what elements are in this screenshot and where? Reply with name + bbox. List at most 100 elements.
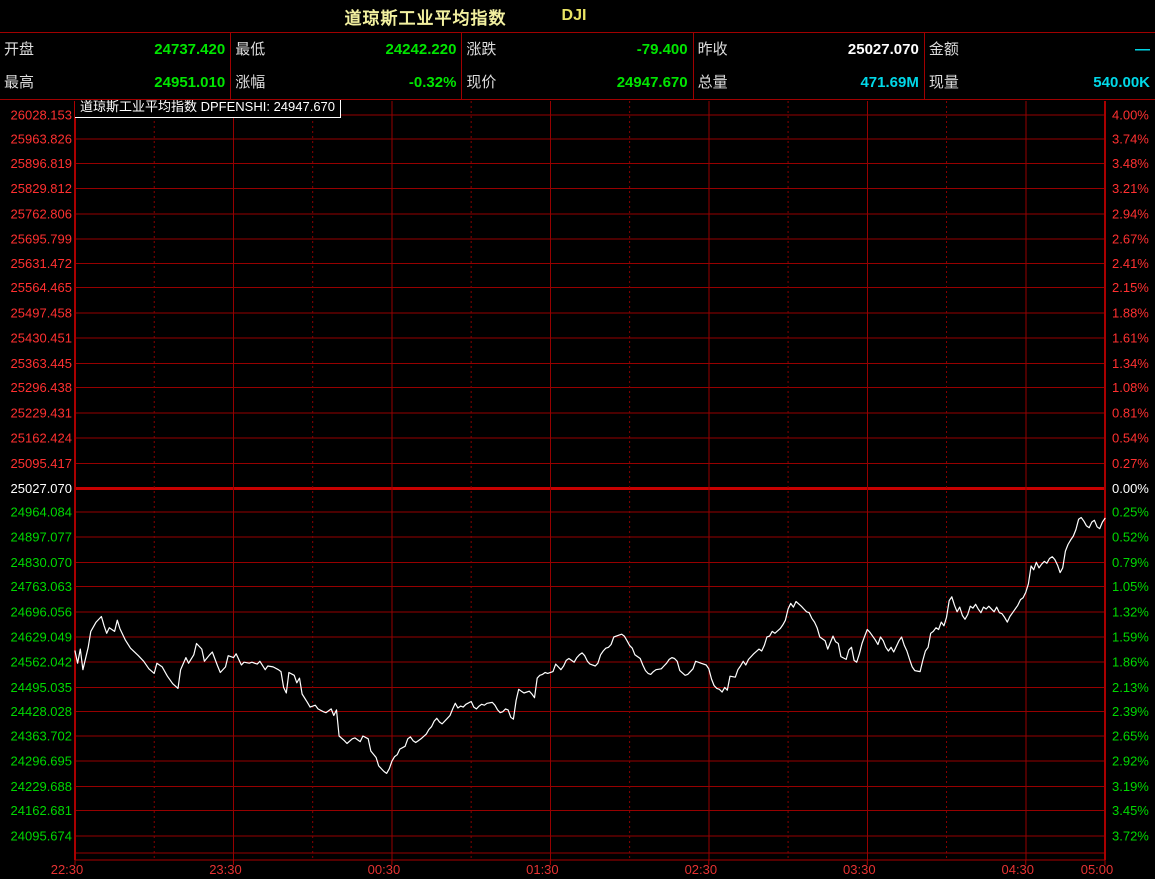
quote-column-1: 开盘 24737.420 最高 24951.010	[0, 33, 230, 99]
instrument-name: 道琼斯工业平均指数	[345, 4, 507, 29]
y-axis-price-label: 25564.465	[11, 280, 72, 295]
quote-column-4: 昨收 25027.070 总量 471.69M	[693, 33, 924, 99]
y-axis-pct-label: 1.61%	[1112, 331, 1149, 346]
quote-open-value: 24737.420	[154, 33, 225, 66]
y-axis-price-label: 24229.688	[11, 779, 72, 794]
x-axis-time-label: 00:30	[368, 862, 401, 877]
y-axis-price-label: 25829.812	[11, 181, 72, 196]
y-axis-pct-label: 1.88%	[1112, 305, 1149, 320]
quote-column-3: 涨跌 -79.400 现价 24947.670	[461, 33, 692, 99]
y-axis-pct-label: 2.94%	[1112, 206, 1149, 221]
y-axis-pct-label: 1.86%	[1112, 655, 1149, 670]
quote-column-5: 金额 — 现量 540.00K	[924, 33, 1155, 99]
quote-change-label: 涨跌	[466, 33, 496, 66]
quote-amount-value: —	[1135, 33, 1150, 66]
y-axis-price-label: 24296.695	[11, 754, 72, 769]
y-axis-pct-label: 2.39%	[1112, 704, 1149, 719]
y-axis-price-label: 25896.819	[11, 156, 72, 171]
x-axis-time-label: 03:30	[843, 862, 876, 877]
y-axis-pct-label: 0.52%	[1112, 530, 1149, 545]
y-axis-pct-label: 3.48%	[1112, 156, 1149, 171]
quote-prev-close: 昨收 25027.070	[694, 33, 924, 66]
quote-total-volume-value: 471.69M	[860, 66, 918, 99]
y-axis-pct-label: 0.79%	[1112, 555, 1149, 570]
y-axis-pct-label: 1.32%	[1112, 604, 1149, 619]
x-axis-time-label: 05:00	[1081, 862, 1114, 877]
quote-change: 涨跌 -79.400	[462, 33, 692, 66]
y-axis-price-label: 25229.431	[11, 405, 72, 420]
quote-high-value: 24951.010	[154, 66, 225, 99]
y-axis-pct-label: 1.34%	[1112, 356, 1149, 371]
y-axis-price-label: 25363.445	[11, 356, 72, 371]
x-axis-time-label: 23:30	[209, 862, 242, 877]
quote-high-label: 最高	[4, 66, 34, 99]
y-axis-price-label: 24763.063	[11, 579, 72, 594]
y-axis-pct-label: 2.65%	[1112, 729, 1149, 744]
terminal-window: 道琼斯工业平均指数 DJI 开盘 24737.420 最高 24951.010 …	[0, 0, 1155, 879]
quote-panel: 开盘 24737.420 最高 24951.010 最低 24242.220 涨…	[0, 32, 1155, 100]
title-bar: 道琼斯工业平均指数 DJI	[0, 0, 1155, 32]
quote-change-pct: 涨幅 -0.32%	[231, 66, 461, 99]
instrument-symbol: DJI	[562, 7, 587, 25]
instrument-title-group: 道琼斯工业平均指数 DJI	[345, 4, 587, 29]
y-axis-pct-label: 2.41%	[1112, 256, 1149, 271]
quote-last-price: 现价 24947.670	[462, 66, 692, 99]
y-axis-price-label: 25430.451	[11, 331, 72, 346]
y-axis-pct-label: 1.05%	[1112, 579, 1149, 594]
y-axis-price-label: 24162.681	[11, 803, 72, 818]
y-axis-price-label: 24428.028	[11, 704, 72, 719]
y-axis-pct-label: 0.81%	[1112, 405, 1149, 420]
quote-amount-label: 金额	[929, 33, 959, 66]
y-axis-price-label: 26028.153	[11, 107, 72, 122]
price-line	[75, 518, 1105, 774]
y-axis-pct-label: 4.00%	[1112, 107, 1149, 122]
quote-total-volume: 总量 471.69M	[694, 66, 924, 99]
y-axis-pct-label: 0.00%	[1112, 481, 1149, 496]
y-axis-pct-label: 3.72%	[1112, 828, 1149, 843]
y-axis-price-label: 25162.424	[11, 431, 72, 446]
y-axis-price-label: 24363.702	[11, 729, 72, 744]
y-axis-pct-label: 0.54%	[1112, 431, 1149, 446]
quote-current-volume-value: 540.00K	[1093, 66, 1150, 99]
y-axis-price-label: 25963.826	[11, 132, 72, 147]
quote-total-volume-label: 总量	[698, 66, 728, 99]
y-axis-price-label: 24562.042	[11, 655, 72, 670]
y-axis-price-label: 24095.674	[11, 828, 72, 843]
y-axis-pct-label: 0.27%	[1112, 456, 1149, 471]
y-axis-pct-label: 3.21%	[1112, 181, 1149, 196]
y-axis-pct-label: 0.25%	[1112, 504, 1149, 519]
quote-low: 最低 24242.220	[231, 33, 461, 66]
quote-high: 最高 24951.010	[0, 66, 230, 99]
y-axis-pct-label: 2.13%	[1112, 680, 1149, 695]
y-axis-price-label: 24964.084	[11, 504, 72, 519]
quote-column-2: 最低 24242.220 涨幅 -0.32%	[230, 33, 461, 99]
y-axis-price-label: 25027.070	[11, 481, 72, 496]
quote-open-label: 开盘	[4, 33, 34, 66]
y-axis-pct-label: 3.74%	[1112, 132, 1149, 147]
y-axis-price-label: 24830.070	[11, 555, 72, 570]
quote-current-volume-label: 现量	[929, 66, 959, 99]
y-axis-pct-label: 2.67%	[1112, 232, 1149, 247]
quote-open: 开盘 24737.420	[0, 33, 230, 66]
intraday-price-chart[interactable]: 26028.153 4.00% 25963.826 3.74% 25896.819 3.4…	[0, 0, 1155, 879]
y-axis-pct-label: 2.92%	[1112, 754, 1149, 769]
y-axis-price-label: 25762.806	[11, 206, 72, 221]
quote-prev-close-label: 昨收	[698, 33, 728, 66]
quote-prev-close-value: 25027.070	[848, 33, 919, 66]
quote-change-pct-value: -0.32%	[409, 66, 457, 99]
y-axis-pct-label: 3.19%	[1112, 779, 1149, 794]
y-axis-price-label: 24696.056	[11, 604, 72, 619]
y-axis-pct-label: 2.15%	[1112, 280, 1149, 295]
x-axis-time-label: 02:30	[685, 862, 718, 877]
quote-current-volume: 现量 540.00K	[925, 66, 1155, 99]
quote-last-price-value: 24947.670	[617, 66, 688, 99]
y-axis-price-label: 25631.472	[11, 256, 72, 271]
y-axis-price-label: 24629.049	[11, 630, 72, 645]
quote-amount: 金额 —	[925, 33, 1155, 66]
quote-low-label: 最低	[235, 33, 265, 66]
x-axis-time-label: 22:30	[51, 862, 84, 877]
y-axis-price-label: 25095.417	[11, 456, 72, 471]
x-axis-time-label: 01:30	[526, 862, 559, 877]
y-axis-price-label: 24897.077	[11, 530, 72, 545]
y-axis-pct-label: 1.08%	[1112, 380, 1149, 395]
